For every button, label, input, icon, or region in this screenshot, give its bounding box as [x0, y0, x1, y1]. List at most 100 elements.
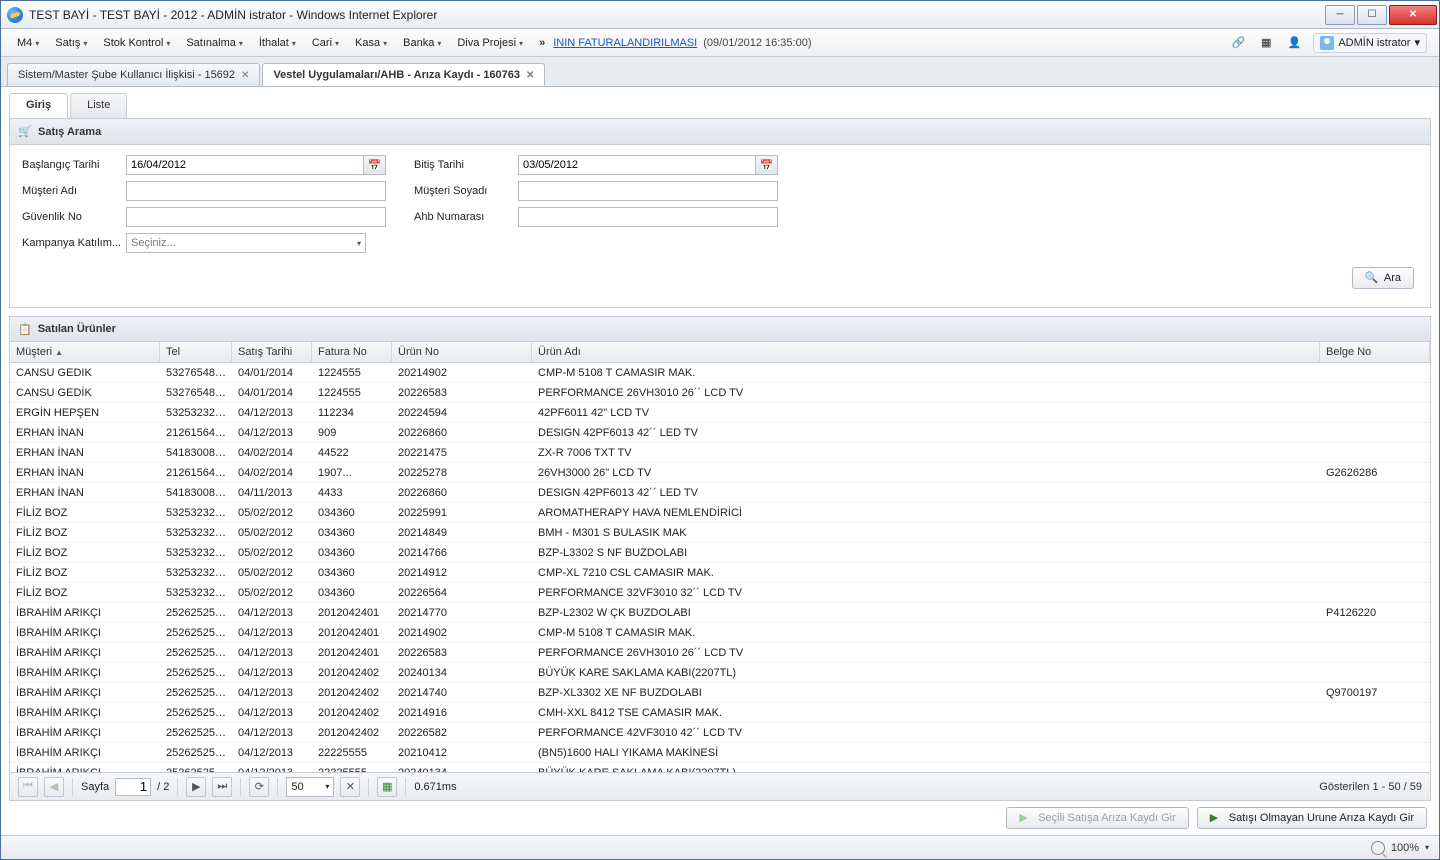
- subtab-giriş[interactable]: Giriş: [9, 93, 68, 118]
- refresh-button[interactable]: ⟳: [249, 777, 269, 797]
- menu-stok kontrol[interactable]: Stok Kontrol▾: [95, 34, 178, 52]
- table-row[interactable]: İBRAHİM ARIKÇI252625252504/12/2013222255…: [10, 763, 1430, 772]
- list-icon: 📋: [18, 323, 32, 336]
- table-row[interactable]: CANSU GEDIK532765484704/01/2014122455520…: [10, 363, 1430, 383]
- musteri-soyadi-label: Müşteri Soyadı: [414, 185, 518, 197]
- table-row[interactable]: İBRAHİM ARIKÇI252625252504/12/2013201204…: [10, 643, 1430, 663]
- table-row[interactable]: İBRAHİM ARIKÇI252625252504/12/2013201204…: [10, 683, 1430, 703]
- chevron-down-icon: ▾: [357, 239, 361, 248]
- table-row[interactable]: FİLİZ BOZ532532323205/02/201203436020214…: [10, 523, 1430, 543]
- table-row[interactable]: FİLİZ BOZ532532323205/02/201203436020226…: [10, 583, 1430, 603]
- table-row[interactable]: FİLİZ BOZ532532323205/02/201203436020214…: [10, 563, 1430, 583]
- musteri-adi-input[interactable]: [126, 181, 386, 201]
- menu-m4[interactable]: M4▾: [9, 34, 47, 52]
- search-panel: 🛒 Satış Arama Başlangıç Tarihi 📅 Bitiş T…: [9, 119, 1431, 308]
- page-first-button[interactable]: ⏮: [18, 777, 38, 797]
- table-row[interactable]: ERGİN HEPŞEN532532323204/12/201311223420…: [10, 403, 1430, 423]
- grid-icon[interactable]: ▦: [1257, 34, 1275, 52]
- export-button[interactable]: ▦: [377, 777, 397, 797]
- link-icon[interactable]: 🔗: [1229, 34, 1247, 52]
- minimize-button[interactable]: ─: [1325, 5, 1355, 25]
- chevron-down-icon: ▾: [335, 39, 339, 48]
- guvenlik-input[interactable]: [126, 207, 386, 227]
- bitis-input[interactable]: [518, 155, 756, 175]
- musteri-soyadi-input[interactable]: [518, 181, 778, 201]
- table-row[interactable]: FİLİZ BOZ532532323205/02/201203436020225…: [10, 503, 1430, 523]
- chevron-down-icon: ▾: [35, 39, 39, 48]
- user-icon[interactable]: 👤: [1285, 34, 1303, 52]
- page-next-button[interactable]: ▶: [186, 777, 206, 797]
- pager-status: Gösterilen 1 - 50 / 59: [1319, 781, 1422, 793]
- close-button[interactable]: ✕: [1389, 5, 1437, 25]
- bottom-actions: ▶ Seçili Satışa Arıza Kaydı Gir ▶ Satışı…: [9, 801, 1431, 835]
- grid-body[interactable]: CANSU GEDIK532765484704/01/2014122455520…: [10, 363, 1430, 772]
- calendar-icon[interactable]: 📅: [364, 155, 386, 175]
- chevron-down-icon: ▾: [383, 39, 387, 48]
- menu-satış[interactable]: Satış▾: [47, 34, 95, 52]
- menu-i̇thalat[interactable]: İthalat▾: [251, 34, 304, 52]
- content: GirişListe 🛒 Satış Arama Başlangıç Tarih…: [1, 87, 1439, 835]
- table-row[interactable]: İBRAHİM ARIKÇI252625252504/12/2013201204…: [10, 703, 1430, 723]
- ahb-input[interactable]: [518, 207, 778, 227]
- col-tarih[interactable]: Satış Tarihi: [232, 342, 312, 362]
- close-icon[interactable]: ✕: [241, 70, 249, 81]
- table-row[interactable]: ERHAN İNAN541830080704/02/20144452220221…: [10, 443, 1430, 463]
- search-button[interactable]: 🔍 Ara: [1352, 267, 1414, 289]
- news-link[interactable]: ININ FATURALANDIRILMASI: [553, 37, 697, 49]
- baslangic-input[interactable]: [126, 155, 364, 175]
- col-ad[interactable]: Ürün Adı: [532, 342, 1320, 362]
- table-row[interactable]: ERHAN İNAN212615642904/12/20139092022686…: [10, 423, 1430, 443]
- search-panel-header: 🛒 Satış Arama: [10, 119, 1430, 145]
- kampanya-select[interactable]: Seçiniz... ▾: [126, 233, 366, 253]
- kampanya-label: Kampanya Katılım...: [22, 237, 126, 249]
- col-tel[interactable]: Tel: [160, 342, 232, 362]
- col-urun[interactable]: Ürün No: [392, 342, 532, 362]
- chevron-down-icon: ▾: [325, 782, 329, 791]
- user-menu[interactable]: ADMİN istrator ▾: [1313, 33, 1427, 53]
- main-tab[interactable]: Vestel Uygulamaları/AHB - Arıza Kaydı - …: [262, 63, 545, 86]
- main-tab[interactable]: Sistem/Master Şube Kullanıcı İlişkisi - …: [7, 63, 260, 86]
- chevron-down-icon: ▾: [239, 39, 243, 48]
- table-row[interactable]: ERHAN İNAN541830080704/11/20134433202268…: [10, 483, 1430, 503]
- col-musteri[interactable]: Müşteri▲: [10, 342, 160, 362]
- table-row[interactable]: ERHAN İNAN212615642904/02/20141907...202…: [10, 463, 1430, 483]
- menu-banka[interactable]: Banka▾: [395, 34, 449, 52]
- page-size-select[interactable]: 50 ▾: [286, 777, 334, 797]
- ahb-label: Ahb Numarası: [414, 211, 518, 223]
- action-no-sale-button[interactable]: ▶ Satışı Olmayan Urune Arıza Kaydı Gir: [1197, 807, 1427, 829]
- menu-diva projesi[interactable]: Diva Projesi▾: [449, 34, 531, 52]
- table-row[interactable]: İBRAHİM ARIKÇI252625252504/12/2013201204…: [10, 723, 1430, 743]
- chevron-down-icon: ▾: [83, 39, 87, 48]
- table-row[interactable]: İBRAHİM ARIKÇI252625252504/12/2013201204…: [10, 623, 1430, 643]
- page-input[interactable]: [115, 778, 151, 796]
- col-belge[interactable]: Belge No: [1320, 342, 1430, 362]
- table-row[interactable]: İBRAHİM ARIKÇI252625252504/12/2013201204…: [10, 663, 1430, 683]
- timing-label: 0.671ms: [414, 781, 456, 793]
- page-prev-button[interactable]: ◀: [44, 777, 64, 797]
- col-fatura[interactable]: Fatura No: [312, 342, 392, 362]
- table-row[interactable]: FİLİZ BOZ532532323205/02/201203436020214…: [10, 543, 1430, 563]
- sort-asc-icon: ▲: [55, 348, 63, 357]
- menu-satınalma[interactable]: Satınalma▾: [178, 34, 251, 52]
- close-icon[interactable]: ✕: [526, 70, 534, 81]
- menu-kasa[interactable]: Kasa▾: [347, 34, 395, 52]
- action-selected-sale-button: ▶ Seçili Satışa Arıza Kaydı Gir: [1006, 807, 1189, 829]
- menu-cari[interactable]: Cari▾: [304, 34, 347, 52]
- zoom-icon[interactable]: [1371, 841, 1385, 855]
- calendar-icon[interactable]: 📅: [756, 155, 778, 175]
- table-row[interactable]: İBRAHİM ARIKÇI252625252504/12/2013222255…: [10, 743, 1430, 763]
- grid: Müşteri▲ Tel Satış Tarihi Fatura No Ürün…: [9, 342, 1431, 801]
- menubar: M4▾Satış▾Stok Kontrol▾Satınalma▾İthalat▾…: [1, 29, 1439, 57]
- grid-title: Satılan Ürünler: [38, 323, 116, 335]
- main-tabs: Sistem/Master Şube Kullanıcı İlişkisi - …: [1, 57, 1439, 87]
- statusbar: 100% ▾: [1, 835, 1439, 859]
- subtab-liste[interactable]: Liste: [70, 93, 127, 118]
- toolbar-right: 🔗 ▦ 👤 ADMİN istrator ▾: [1229, 33, 1427, 53]
- page-last-button[interactable]: ⏭: [212, 777, 232, 797]
- maximize-button[interactable]: ☐: [1357, 5, 1387, 25]
- table-row[interactable]: İBRAHİM ARIKÇI252625252504/12/2013201204…: [10, 603, 1430, 623]
- guvenlik-label: Güvenlik No: [22, 211, 126, 223]
- chevron-down-icon[interactable]: ▾: [1425, 843, 1429, 852]
- table-row[interactable]: CANSU GEDİK532765484704/01/2014122455520…: [10, 383, 1430, 403]
- clear-pagesize-button[interactable]: ✕: [340, 777, 360, 797]
